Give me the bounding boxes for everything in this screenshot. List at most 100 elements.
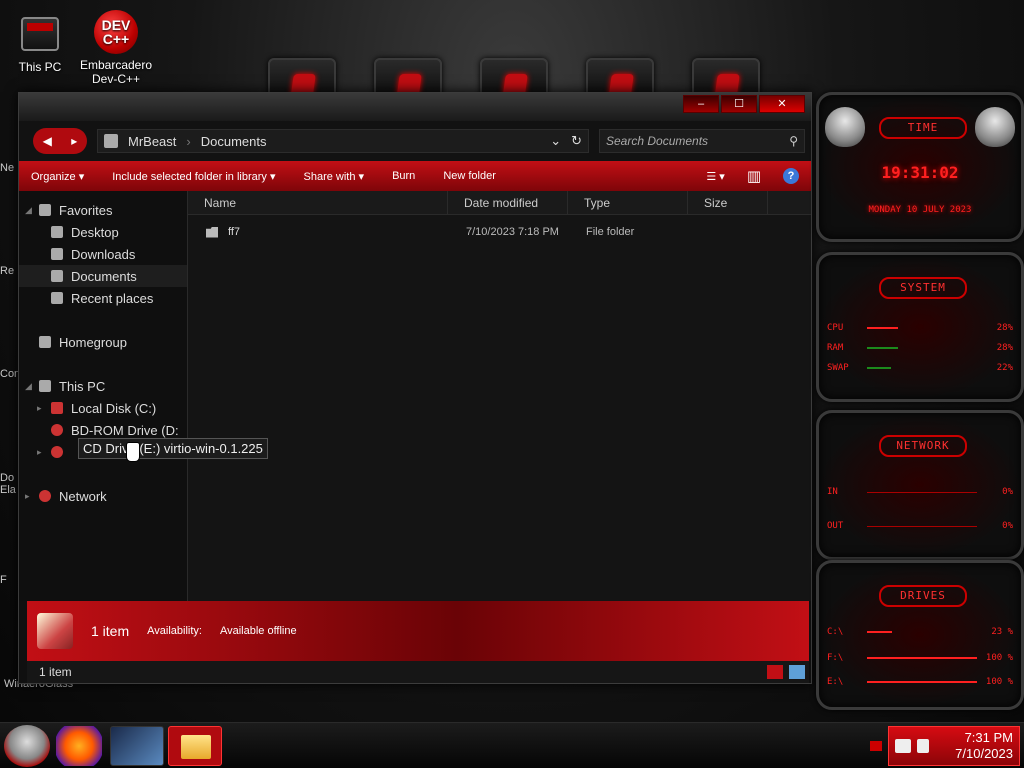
recent-places-icon <box>51 292 63 304</box>
stat-value: 28% <box>996 323 1013 333</box>
maximize-button[interactable]: ☐ <box>721 95 757 113</box>
search-input[interactable]: Search Documents <box>606 134 708 148</box>
organize-button[interactable]: Organize ▾ <box>31 170 84 183</box>
volume-icon[interactable] <box>917 739 929 753</box>
gadget-title: NETWORK <box>879 435 967 457</box>
devcpp-glyph-top: DEV <box>101 17 131 33</box>
chevron-down-icon[interactable]: ⌄ <box>550 133 561 149</box>
nav-desktop[interactable]: Desktop <box>19 221 187 243</box>
refresh-icon[interactable]: ↻ <box>571 133 582 149</box>
explorer-body: ◢ Favorites Desktop Downloads Documents … <box>19 191 811 601</box>
tray-date: 7/10/2023 <box>955 746 1013 761</box>
view-options-icon[interactable]: ☰ ▾ <box>706 170 724 183</box>
tray-clock[interactable]: 7:31 PM 7/10/2023 <box>955 730 1013 762</box>
network-gadget[interactable]: NETWORK IN 0% OUT 0% <box>816 410 1024 560</box>
column-date-modified[interactable]: Date modified <box>448 191 568 214</box>
share-with-button[interactable]: Share with ▾ <box>304 170 365 183</box>
drive-row-e: E:\ 100 % <box>827 675 1013 689</box>
availability-label: Availability: <box>147 625 202 637</box>
nav-network[interactable]: ▸ Network <box>19 485 187 507</box>
action-center-flag-icon[interactable] <box>870 741 882 751</box>
homegroup-icon <box>39 336 51 348</box>
stat-label: OUT <box>827 521 844 531</box>
firefox-icon[interactable] <box>56 726 102 766</box>
close-button[interactable]: ✕ <box>759 95 805 113</box>
folder-icon <box>104 134 118 148</box>
hard-drive-icon <box>51 402 63 414</box>
drive-c-bar <box>867 631 977 633</box>
nav-favorites[interactable]: ◢ Favorites <box>19 199 187 221</box>
column-type[interactable]: Type <box>568 191 688 214</box>
file-name: ff7 <box>228 226 241 238</box>
back-button[interactable]: ◀ <box>43 134 52 148</box>
stat-value: 23 % <box>991 627 1013 637</box>
nav-thispc[interactable]: ◢ This PC <box>19 375 187 397</box>
system-row-ram: RAM 28% <box>827 341 1013 355</box>
time-gadget[interactable]: TIME 19:31:02 MONDAY 10 JULY 2023 <box>816 92 1024 242</box>
nav-label: Homegroup <box>59 334 127 350</box>
details-pane: 1 item Availability: Available offline <box>27 601 809 661</box>
hand-cursor-icon <box>126 442 140 462</box>
system-row-cpu: CPU 28% <box>827 321 1013 335</box>
search-box[interactable]: Search Documents ⚲ <box>599 129 805 153</box>
column-name[interactable]: Name <box>188 191 448 214</box>
burn-button[interactable]: Burn <box>392 170 415 182</box>
new-folder-button[interactable]: New folder <box>443 170 496 182</box>
column-size[interactable]: Size <box>688 191 768 214</box>
gadget-clock: 19:31:02 <box>881 163 959 182</box>
nav-label: Downloads <box>71 246 136 262</box>
system-tray: 7:31 PM 7/10/2023 <box>888 726 1020 766</box>
nav-downloads[interactable]: Downloads <box>19 243 187 265</box>
drives-gadget[interactable]: DRIVES C:\ 23 % F:\ 100 % E:\ 100 % <box>816 560 1024 710</box>
details-view-icon[interactable] <box>767 665 783 679</box>
nav-documents[interactable]: Documents <box>19 265 187 287</box>
include-in-library-button[interactable]: Include selected folder in library ▾ <box>112 170 275 183</box>
file-list: Name Date modified Type Size ff7 7/10/20… <box>187 191 811 601</box>
desktop-icon-label: This PC <box>18 60 62 74</box>
alien-head-icon <box>825 107 865 147</box>
system-gadget[interactable]: SYSTEM CPU 28% RAM 28% SWAP 22% <box>816 252 1024 402</box>
nav-label: This PC <box>59 378 106 394</box>
collapse-arrow-icon[interactable]: ◢ <box>25 205 35 216</box>
search-icon[interactable]: ⚲ <box>789 134 798 148</box>
help-icon[interactable]: ? <box>783 168 799 184</box>
expand-arrow-icon[interactable]: ▸ <box>37 403 47 414</box>
nav-label: Network <box>59 488 107 504</box>
minimize-button[interactable]: – <box>683 95 719 113</box>
expand-arrow-icon[interactable]: ▸ <box>37 447 47 458</box>
expand-arrow-icon[interactable]: ▸ <box>25 491 35 502</box>
network-row-out: OUT 0% <box>827 519 1013 533</box>
nav-homegroup[interactable]: Homegroup <box>19 331 187 353</box>
title-bar[interactable]: – ☐ ✕ <box>19 93 811 121</box>
file-explorer-icon[interactable] <box>168 726 222 766</box>
availability-value: Available offline <box>219 625 297 637</box>
collapse-arrow-icon[interactable]: ◢ <box>25 381 35 392</box>
nav-recent-places[interactable]: Recent places <box>19 287 187 309</box>
gadget-title: DRIVES <box>879 585 967 607</box>
devcpp-icon: DEV C++ <box>94 10 138 54</box>
stat-value: 28% <box>996 343 1013 353</box>
desktop-icon-thispc[interactable]: This PC <box>0 12 80 74</box>
file-row[interactable]: ff7 7/10/2023 7:18 PM File folder <box>188 221 811 243</box>
nav-item-tooltip: CD Drive (E:) virtio-win-0.1.225 <box>78 438 268 459</box>
breadcrumb-documents[interactable]: Documents <box>201 134 267 149</box>
network-status-icon[interactable] <box>895 739 911 753</box>
ram-bar <box>867 347 977 349</box>
stat-label: CPU <box>827 323 844 333</box>
large-icons-view-icon[interactable] <box>789 665 805 679</box>
nav-local-disk[interactable]: ▸ Local Disk (C:) <box>19 397 187 419</box>
alien-start-icon[interactable] <box>4 725 50 767</box>
drive-f-bar <box>867 657 977 659</box>
forward-button[interactable]: ▸ <box>71 134 77 148</box>
ff7-game-icon[interactable] <box>110 726 164 766</box>
nav-label: BD-ROM Drive (D: <box>71 422 179 438</box>
desktop-icon-label: Embarcadero Dev-C++ <box>79 58 153 86</box>
desktop-icon-devcpp[interactable]: DEV C++ Embarcadero Dev-C++ <box>76 10 156 86</box>
breadcrumb-mrbeast[interactable]: MrBeast <box>128 134 176 149</box>
stat-value: 0% <box>1002 521 1013 531</box>
status-item-count: 1 item <box>39 665 72 679</box>
back-forward-buttons: ◀ ▸ <box>33 128 87 154</box>
stat-value: 0% <box>1002 487 1013 497</box>
address-bar[interactable]: MrBeast › Documents ⌄ ↻ <box>97 129 589 153</box>
preview-pane-icon[interactable]: ▥ <box>747 167 761 185</box>
